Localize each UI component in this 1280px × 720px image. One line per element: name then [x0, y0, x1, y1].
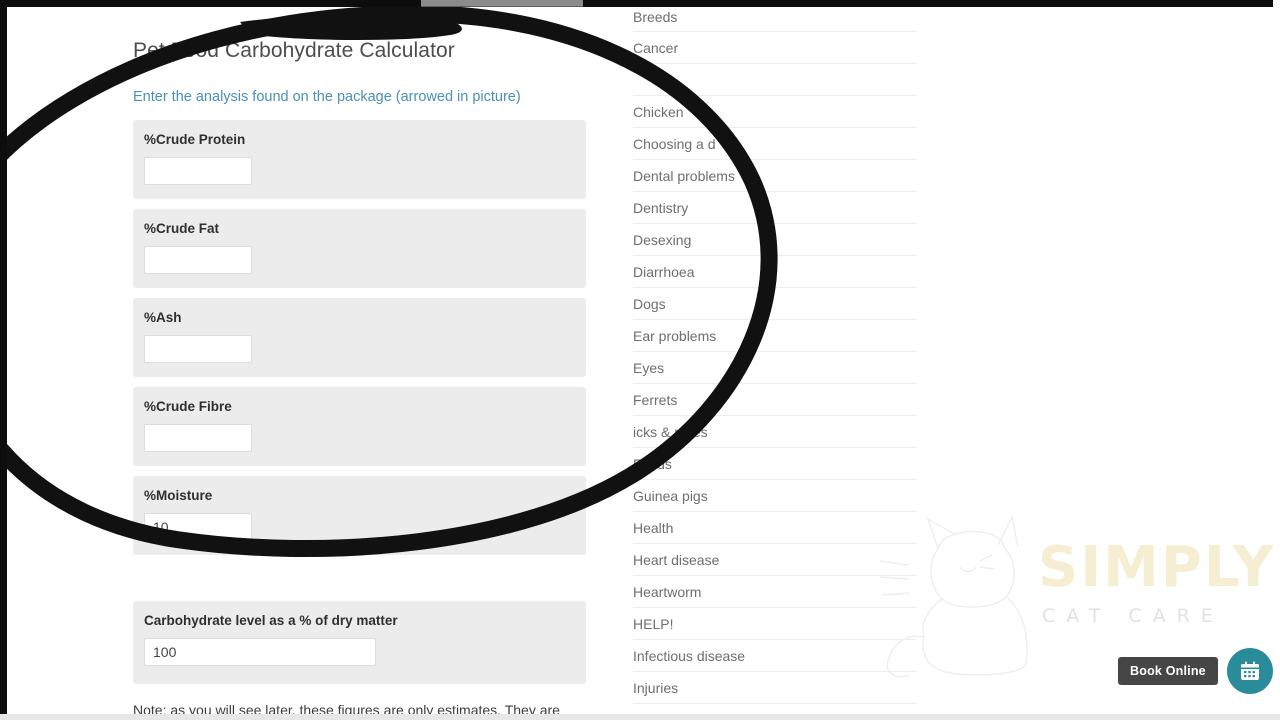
crude-fibre-label: %Crude Fibre	[144, 399, 232, 414]
watermark-tagline: CAT CARE	[1042, 605, 1224, 627]
sidebar-item-dental-problems[interactable]: Dental problems	[633, 160, 916, 192]
moisture-input[interactable]	[144, 513, 252, 541]
top-element-stub	[421, 0, 583, 7]
article-content: Pet Food Carbohydrate Calculator Enter t…	[133, 38, 588, 720]
screenshot-right-border	[1273, 0, 1280, 720]
carbohydrate-result-label: Carbohydrate level as a % of dry matter	[144, 613, 398, 628]
ash-input[interactable]	[144, 335, 252, 363]
crude-fat-label: %Crude Fat	[144, 221, 220, 236]
sidebar-item-infectious-disease[interactable]: Infectious disease	[633, 640, 916, 672]
sidebar-item-dentistry[interactable]: Dentistry	[633, 192, 916, 224]
sidebar-item-diarrhoea[interactable]: Diarrhoea	[633, 256, 916, 288]
ash-label: %Ash	[144, 310, 182, 325]
field-block-ash: %Ash	[133, 298, 586, 377]
book-online-widget[interactable]: Book Online	[1118, 648, 1273, 694]
field-block-crude-protein: %Crude Protein	[133, 120, 586, 199]
crude-fibre-input[interactable]	[144, 424, 252, 452]
screenshot-top-border	[0, 0, 1280, 7]
sidebar-item-foods[interactable]: Foods	[633, 448, 916, 480]
sidebar-item-ear-problems[interactable]: Ear problems	[633, 320, 916, 352]
calendar-icon	[1240, 661, 1259, 680]
carbohydrate-result-block: Carbohydrate level as a % of dry matter	[133, 601, 586, 684]
analysis-instructions-link[interactable]: Enter the analysis found on the package …	[133, 88, 588, 106]
sidebar-item-desexing[interactable]: Desexing	[633, 224, 916, 256]
sidebar-item-chicken[interactable]: Chicken	[633, 96, 916, 128]
watermark-brand: SIMPLY	[1038, 535, 1276, 600]
moisture-label: %Moisture	[144, 488, 213, 503]
calculator-input-fields: %Crude Protein %Crude Fat %Ash %Crude Fibre…	[133, 120, 588, 555]
field-block-crude-fat: %Crude Fat	[133, 209, 586, 288]
page-title: Pet Food Carbohydrate Calculator	[133, 39, 455, 62]
sidebar-item-help[interactable]: HELP!	[633, 608, 916, 640]
sidebar-item-health[interactable]: Health	[633, 512, 916, 544]
book-online-button[interactable]	[1226, 648, 1273, 694]
book-online-label[interactable]: Book Online	[1118, 657, 1218, 685]
sidebar-item-cancer[interactable]: Cancer	[633, 32, 916, 64]
category-sidebar: Breeds Cancer Chicken Choosing a d Dental pr…	[633, 0, 916, 704]
sidebar-item-injuries[interactable]: Injuries	[633, 672, 916, 704]
screenshot-left-border	[0, 0, 7, 720]
screenshot-bottom-border	[0, 714, 1280, 720]
sidebar-item-dogs[interactable]: Dogs	[633, 288, 916, 320]
screenshot-canvas: Pet Food Carbohydrate Calculator Enter t…	[0, 0, 1280, 720]
sidebar-item-choosing-a-d[interactable]: Choosing a d	[633, 128, 916, 160]
sidebar-item-heart-disease[interactable]: Heart disease	[633, 544, 916, 576]
sidebar-item-hidden[interactable]	[633, 64, 916, 96]
carbohydrate-result-input[interactable]	[144, 638, 376, 666]
sidebar-item-ferrets[interactable]: Ferrets	[633, 384, 916, 416]
crude-protein-label: %Crude Protein	[144, 132, 246, 147]
sidebar-item-eyes[interactable]: Eyes	[633, 352, 916, 384]
sidebar-item-guinea-pigs[interactable]: Guinea pigs	[633, 480, 916, 512]
crude-fat-input[interactable]	[144, 246, 252, 274]
crude-protein-input[interactable]	[144, 157, 252, 185]
field-block-crude-fibre: %Crude Fibre	[133, 387, 586, 466]
sidebar-item-icks-mites[interactable]: icks & mites	[633, 416, 916, 448]
sidebar-item-heartworm[interactable]: Heartworm	[633, 576, 916, 608]
field-block-moisture: %Moisture	[133, 476, 586, 555]
